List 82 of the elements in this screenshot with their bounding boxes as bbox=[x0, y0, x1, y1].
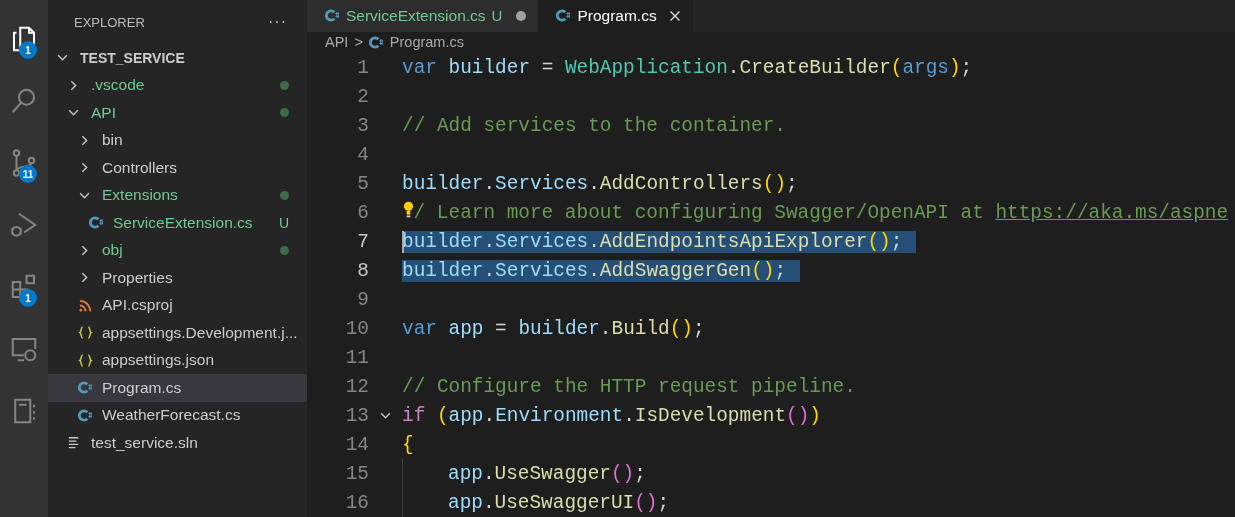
git-status-letter: U bbox=[278, 214, 289, 231]
tree-item-label: TEST_SERVICE bbox=[80, 49, 186, 66]
breadcrumb-file[interactable]: Program.cs bbox=[389, 34, 464, 51]
csharp-file-icon bbox=[368, 34, 384, 50]
csharp-file-icon bbox=[556, 8, 572, 24]
tree-item[interactable]: appsettings.json bbox=[48, 346, 307, 374]
run-debug-icon[interactable] bbox=[9, 210, 39, 240]
tree-item-label: Program.cs bbox=[102, 378, 183, 397]
line-number: 9 bbox=[356, 288, 369, 311]
code-line: app.UseSwaggerUI(); bbox=[448, 491, 670, 514]
tree-item-label: obj bbox=[102, 241, 124, 260]
tree-item[interactable]: Program.cs bbox=[48, 374, 307, 402]
line-number: 15 bbox=[344, 462, 369, 485]
notification-badge: 1 bbox=[19, 289, 37, 307]
tree-item-label: API.csproj bbox=[102, 296, 174, 315]
tree-item[interactable]: Extensions bbox=[48, 181, 307, 209]
code-line: // Add services to the container. bbox=[402, 114, 786, 137]
tree-item[interactable]: Properties bbox=[48, 264, 307, 292]
tree-item-label: Controllers bbox=[102, 158, 178, 177]
tree-item-label: Extensions bbox=[102, 186, 179, 205]
tree-item-label: bin bbox=[102, 131, 124, 150]
braces-icon bbox=[78, 325, 93, 341]
tree-item-label: .vscode bbox=[91, 76, 146, 95]
notification-badge: 1 bbox=[19, 41, 37, 59]
tree-item-label: appsettings.json bbox=[102, 351, 216, 370]
breadcrumb-folder[interactable]: API bbox=[325, 34, 349, 51]
tree-item[interactable]: WeatherForecast.cs bbox=[48, 401, 307, 429]
code-line: var app = builder.Build(); bbox=[402, 317, 705, 340]
tree-item[interactable]: TEST_SERVICE bbox=[48, 44, 307, 72]
line-number: 14 bbox=[344, 433, 369, 456]
line-number: 12 bbox=[344, 375, 369, 398]
line-number: 7 bbox=[356, 230, 369, 253]
editor-tab[interactable]: ServiceExtension.cs U bbox=[307, 0, 539, 32]
csharp-file-icon bbox=[325, 8, 340, 24]
line-number: 1 bbox=[356, 56, 369, 79]
line-number: 2 bbox=[356, 85, 369, 108]
tree-item[interactable]: bin bbox=[48, 126, 307, 154]
csharp-file-icon bbox=[89, 215, 104, 231]
more-actions-button[interactable]: ··· bbox=[268, 13, 287, 31]
tab-label: Program.cs bbox=[577, 6, 657, 25]
tree-item[interactable]: test_service.sln bbox=[48, 429, 307, 457]
code-line: var builder = WebApplication.CreateBuilder(args); bbox=[402, 56, 973, 79]
tree-item[interactable]: ServiceExtension.cs U bbox=[48, 209, 307, 237]
tree-item[interactable]: .vscode bbox=[48, 71, 307, 99]
code-line: / Learn more about configuring Swagger/OpenAPI at https://aka.ms/aspne bbox=[413, 201, 1229, 224]
line-number: 13 bbox=[344, 404, 369, 427]
braces-icon bbox=[78, 352, 93, 368]
tab-label: ServiceExtension.cs bbox=[346, 6, 486, 25]
line-number: 16 bbox=[344, 491, 369, 514]
tree-item-label: API bbox=[91, 103, 117, 122]
breadcrumb-separator: > bbox=[354, 34, 363, 51]
code-line: if (app.Environment.IsDevelopment()) bbox=[402, 404, 821, 427]
tree-item-label: ServiceExtension.cs bbox=[113, 213, 254, 232]
line-number: 8 bbox=[356, 259, 369, 282]
tree-item-label: appsettings.Development.j... bbox=[102, 323, 298, 342]
line-number: 5 bbox=[356, 172, 369, 195]
tree-item[interactable]: obj bbox=[48, 236, 307, 264]
csharp-file-icon bbox=[78, 407, 93, 423]
tree-item-label: test_service.sln bbox=[91, 433, 199, 452]
line-number: 4 bbox=[356, 143, 369, 166]
line-number: 3 bbox=[356, 114, 369, 137]
git-status-letter: U bbox=[491, 7, 503, 25]
code-line: builder.Services.AddControllers(); bbox=[402, 172, 798, 195]
close-icon[interactable] bbox=[668, 9, 681, 22]
editor-tab[interactable]: Program.cs bbox=[538, 0, 693, 32]
line-number: 10 bbox=[344, 317, 369, 340]
tree-item[interactable]: Controllers bbox=[48, 154, 307, 182]
lightbulb-icon[interactable] bbox=[403, 200, 414, 220]
code-line: app.UseSwagger(); bbox=[448, 462, 646, 485]
tree-item-label: Properties bbox=[102, 268, 174, 287]
line-number: 11 bbox=[344, 346, 369, 369]
explorer-title: EXPLORER bbox=[74, 14, 145, 30]
code-line: { bbox=[402, 433, 414, 456]
notification-badge: 11 bbox=[19, 165, 37, 183]
tree-item-label: WeatherForecast.cs bbox=[102, 406, 242, 425]
rss-icon bbox=[78, 297, 93, 313]
csharp-file-icon bbox=[78, 380, 93, 396]
tree-item[interactable]: API.csproj bbox=[48, 291, 307, 319]
line-number: 6 bbox=[356, 201, 369, 224]
code-line: // Configure the HTTP request pipeline. bbox=[402, 375, 856, 398]
tree-item[interactable]: API bbox=[48, 99, 307, 127]
tree-item[interactable]: appsettings.Development.j... bbox=[48, 319, 307, 347]
